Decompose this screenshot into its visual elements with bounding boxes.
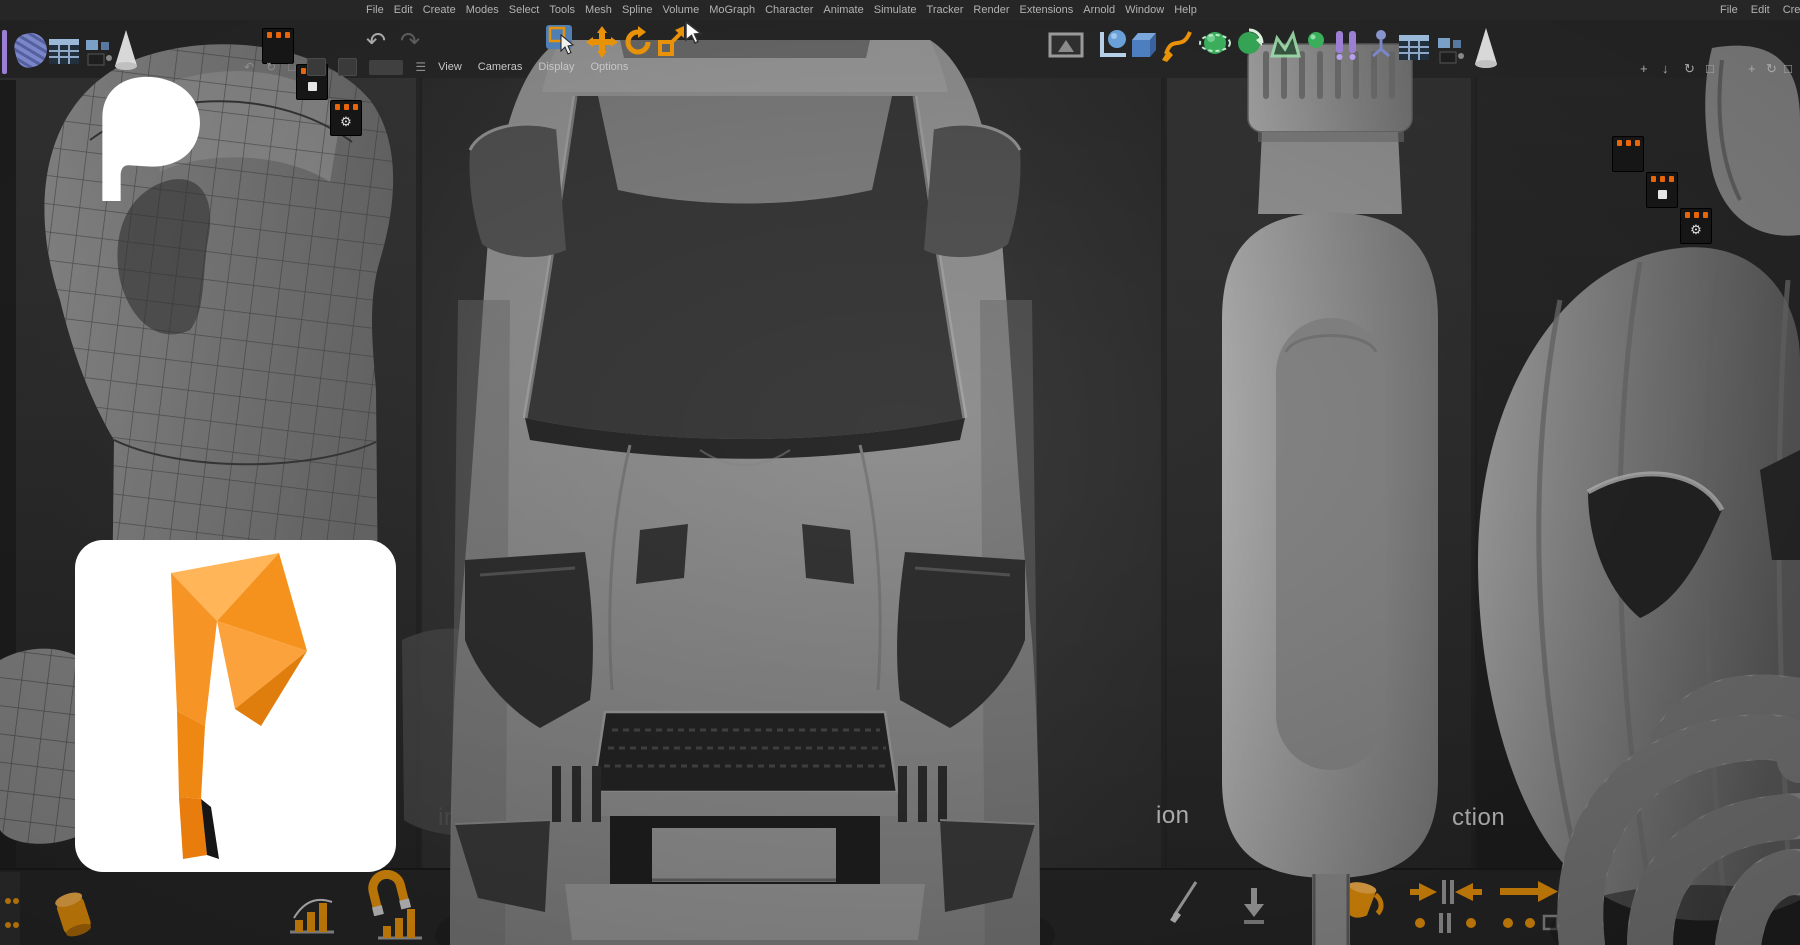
profile-bars-icon[interactable] [466,904,518,944]
viewport-tab[interactable] [369,60,403,75]
dot-grip-icon [5,898,11,904]
mouse-cursor [684,20,704,46]
menu-arnold[interactable]: Arnold [1083,4,1115,16]
menu-create[interactable]: Create [423,4,456,16]
render-view-icon[interactable] [1612,136,1644,172]
pan-view-icon[interactable]: + [1640,62,1648,75]
rotate-tool-icon[interactable] [622,26,654,58]
menu-render[interactable]: Render [973,4,1009,16]
menubar-right: File Edit Cre [1720,0,1800,20]
viewport-mini-tile[interactable] [338,58,357,76]
frame-view-icon[interactable]: □ [1706,62,1714,75]
arrow-dots-icon[interactable] [1496,876,1564,936]
generator-sphere-icon[interactable] [1232,26,1266,60]
menu-help[interactable]: Help [1174,4,1197,16]
frame-view-icon[interactable]: □ [1784,62,1792,75]
banner-collage: tic ing ion ction [0,0,1800,945]
viewport-menu-options[interactable]: Options [591,61,629,73]
render-to-picture-icon[interactable] [1646,172,1678,208]
dot-grip-icon [13,898,19,904]
light-cone-icon[interactable] [112,28,140,72]
menu-window[interactable]: Window [1125,4,1164,16]
tool-cluster-icon[interactable] [84,38,114,70]
pen-line-icon[interactable] [1164,878,1202,924]
patreon-logo [78,70,210,208]
pen-spline-icon[interactable] [1160,26,1194,62]
view-frame-icon[interactable]: □ [288,60,295,74]
viewport-menu-view[interactable]: View [438,61,462,73]
rotate-view-icon[interactable]: ↻ [1684,62,1695,75]
menu-select[interactable]: Select [509,4,540,16]
menu-extensions[interactable]: Extensions [1019,4,1073,16]
menu-edit-right[interactable]: Edit [1751,4,1770,16]
orange-cylinder-icon[interactable] [48,886,98,940]
menu-simulate[interactable]: Simulate [874,4,917,16]
gray-cube-icon[interactable] [546,896,580,932]
caption-fragment-left-center: ing [438,804,472,832]
tool-cluster-icon[interactable] [1436,36,1466,68]
gear-icon: ⚙ [1681,221,1711,239]
menu-character[interactable]: Character [765,4,813,16]
view-rotate-icon[interactable]: ↻ [266,60,276,74]
axis-workplane-icon[interactable] [1096,28,1130,60]
add-cube-icon[interactable] [1126,28,1160,62]
viewport-menu-cameras[interactable]: Cameras [478,61,523,73]
menubar: File Edit Create Modes Select Tools Mesh… [0,0,1800,20]
gear-icon: ⚙ [331,113,361,131]
rotate-view-icon[interactable]: ↻ [1766,62,1777,75]
spreadsheet-icon[interactable] [48,36,80,68]
viewport-mini-tile[interactable] [307,58,326,76]
profile-bars-icon[interactable] [374,902,426,944]
menu-tracker[interactable]: Tracker [927,4,964,16]
menu-mesh[interactable]: Mesh [585,4,612,16]
bottom-left-panel-edge [0,872,20,945]
purple-pen-icon[interactable] [2,30,7,74]
redo-icon[interactable]: ↷ [400,30,420,54]
gray-arrow-icon[interactable] [1634,882,1682,924]
down-arrow-icon[interactable] [1238,884,1270,926]
render-settings-icon[interactable]: ⚙ [1680,208,1712,244]
character-ik-icon[interactable] [1366,28,1396,60]
joint-tool-icon[interactable] [1330,28,1362,62]
caption-fragment-right: ction [1452,804,1505,832]
rect-selection-icon[interactable] [545,24,579,56]
profile-bars-icon[interactable] [286,896,338,938]
menu-mograph[interactable]: MoGraph [709,4,755,16]
caption-fragment-left: tic [0,798,20,826]
menu-modes[interactable]: Modes [466,4,499,16]
caption-fragment-right-center: ion [1156,802,1190,830]
zoom-view-icon[interactable]: ↓ [1662,62,1669,75]
viewport-menu-display[interactable]: Display [538,61,574,73]
subdivision-surface-icon[interactable] [1198,26,1232,60]
menu-spline[interactable]: Spline [622,4,653,16]
field-ball-icon[interactable] [1306,30,1326,50]
light-cone-icon[interactable] [1472,26,1500,70]
dot-grip-icon [13,922,19,928]
viewport-menu: ↶ ↻ □ ☰ View Cameras Display Options [244,56,628,78]
menu-volume[interactable]: Volume [663,4,700,16]
floor-object-icon[interactable] [1048,30,1084,60]
menu-tools[interactable]: Tools [549,4,575,16]
dot-grip-icon [5,922,11,928]
menu-create-right[interactable]: Cre [1783,4,1800,16]
view-undo-icon[interactable]: ↶ [244,60,254,74]
paint-bucket-icon[interactable] [1334,874,1392,926]
split-arrows-icon[interactable] [1408,876,1484,936]
pan-view-icon[interactable]: + [1748,62,1756,75]
menu-file-right[interactable]: File [1720,4,1738,16]
render-settings-icon[interactable]: ⚙ [330,100,362,136]
creator-logo-card [75,540,396,872]
metaball-icon[interactable] [1268,28,1302,60]
menu-file[interactable]: File [366,4,384,16]
hamburger-icon[interactable]: ☰ [415,60,426,74]
move-tool-icon[interactable] [586,26,618,58]
menu-animate[interactable]: Animate [823,4,863,16]
menu-edit[interactable]: Edit [394,4,413,16]
spreadsheet-icon[interactable] [1398,32,1430,64]
undo-icon[interactable]: ↶ [366,30,386,54]
creator-logo [161,551,311,861]
